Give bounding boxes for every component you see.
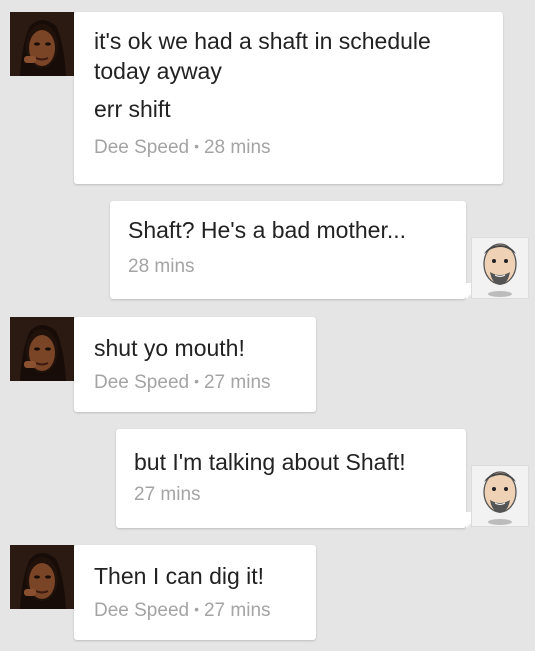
- separator-dot: •: [194, 601, 199, 617]
- message-text: but I'm talking about Shaft!: [134, 449, 406, 475]
- message-meta: Dee Speed • 28 mins: [94, 134, 483, 160]
- message-text: err shift: [94, 96, 171, 122]
- message-bubble[interactable]: Shaft? He's a bad mother... 28 mins: [110, 201, 466, 299]
- message-bubble[interactable]: it's ok we had a shaft in schedule today…: [74, 12, 503, 184]
- timestamp: 27 mins: [134, 484, 201, 505]
- message-meta: Dee Speed • 27 mins: [94, 597, 296, 623]
- message-text: shut yo mouth!: [94, 335, 245, 361]
- message-bubble[interactable]: Then I can dig it! Dee Speed • 27 mins: [74, 545, 316, 640]
- user-avatar-icon[interactable]: [471, 237, 529, 299]
- sender-name[interactable]: Dee Speed: [94, 600, 189, 621]
- separator-dot: •: [194, 373, 199, 389]
- sender-name[interactable]: Dee Speed: [94, 372, 189, 393]
- message-meta: 28 mins: [128, 255, 448, 279]
- sender-name[interactable]: Dee Speed: [94, 137, 189, 158]
- user-avatar-icon[interactable]: [471, 465, 529, 527]
- timestamp: 27 mins: [203, 372, 271, 393]
- message-meta: 27 mins: [134, 483, 448, 507]
- timestamp: 27 mins: [203, 600, 271, 621]
- message-bubble[interactable]: shut yo mouth! Dee Speed • 27 mins: [74, 317, 316, 412]
- timestamp: 28 mins: [128, 256, 195, 277]
- separator-dot: •: [194, 138, 199, 154]
- message-meta: Dee Speed • 27 mins: [94, 369, 296, 395]
- message-text: Then I can dig it!: [94, 563, 265, 589]
- sender-avatar-icon[interactable]: [10, 317, 74, 381]
- message-text: Shaft? He's a bad mother...: [128, 217, 406, 243]
- sender-avatar-icon[interactable]: [10, 12, 74, 76]
- message-text: it's ok we had a shaft in schedule today…: [94, 28, 431, 84]
- message-bubble[interactable]: but I'm talking about Shaft! 27 mins: [116, 429, 466, 528]
- timestamp: 28 mins: [203, 137, 271, 158]
- sender-avatar-icon[interactable]: [10, 545, 74, 609]
